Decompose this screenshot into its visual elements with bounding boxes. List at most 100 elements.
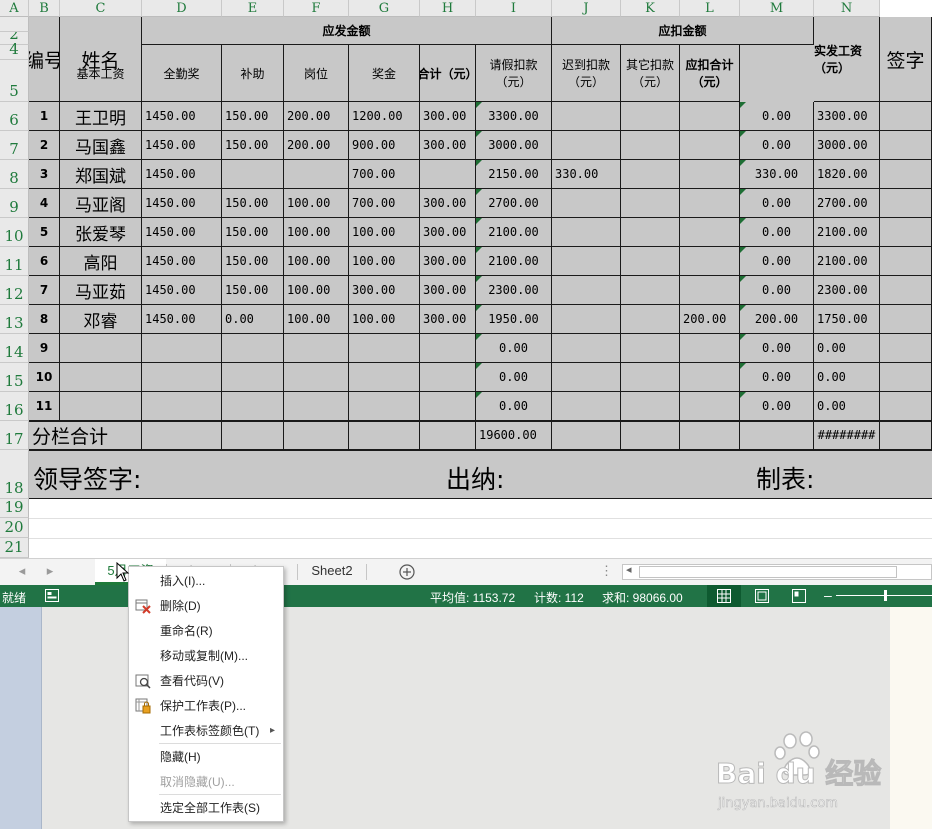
tab-split-handle[interactable]: ⋮ (600, 559, 613, 585)
table-cell-sub[interactable]: 200.00 (284, 131, 349, 160)
column-header-B[interactable]: B (29, 0, 60, 17)
table-cell-no[interactable]: 11 (29, 392, 60, 421)
table-cell-actual[interactable]: 0.00 (814, 392, 880, 421)
row-header-16[interactable]: 16 (0, 392, 29, 421)
table-cell-actual[interactable]: 2300.00 (814, 276, 880, 305)
table-cell-other[interactable] (680, 363, 740, 392)
menu-item-4[interactable]: 查看代码(V) (129, 669, 283, 693)
table-cell-bonus[interactable]: 300.00 (420, 305, 476, 334)
table-cell-sign[interactable] (880, 392, 932, 421)
table-cell-ded[interactable]: 0.00 (740, 102, 814, 131)
table-cell-sign[interactable] (880, 276, 932, 305)
table-cell-total[interactable]: 1950.00 (476, 305, 552, 334)
subtotal-cell[interactable] (621, 421, 680, 450)
table-cell-sub[interactable] (284, 334, 349, 363)
header-deduction-col[interactable]: 应扣合计（元） (680, 45, 740, 102)
table-cell-no[interactable]: 6 (29, 247, 60, 276)
table-cell-post[interactable]: 700.00 (349, 189, 420, 218)
table-cell-post[interactable]: 900.00 (349, 131, 420, 160)
table-cell-ded[interactable]: 0.00 (740, 276, 814, 305)
table-cell-bonus[interactable] (420, 363, 476, 392)
table-cell-sign[interactable] (880, 131, 932, 160)
row-header-18[interactable]: 18 (0, 450, 29, 499)
column-header-D[interactable]: D (142, 0, 222, 17)
row-header-9[interactable]: 9 (0, 189, 29, 218)
row-header-4[interactable]: 4 (0, 40, 29, 60)
column-header-F[interactable]: F (284, 0, 349, 17)
table-cell-late[interactable] (621, 247, 680, 276)
subtotal-total[interactable]: 19600.00 (476, 421, 552, 450)
table-cell-ded[interactable]: 0.00 (740, 392, 814, 421)
table-cell-sign[interactable] (880, 218, 932, 247)
table-cell-name[interactable]: 郑国斌 (60, 160, 142, 189)
table-cell-full[interactable]: 150.00 (222, 102, 284, 131)
table-cell-sub[interactable]: 100.00 (284, 189, 349, 218)
table-cell-ded[interactable]: 0.00 (740, 131, 814, 160)
table-cell-full[interactable]: 150.00 (222, 276, 284, 305)
table-cell-ded[interactable]: 330.00 (740, 160, 814, 189)
table-cell-base[interactable]: 1450.00 (142, 218, 222, 247)
table-cell-full[interactable] (222, 160, 284, 189)
row-header-5[interactable]: 5 (0, 60, 29, 102)
table-cell-full[interactable] (222, 334, 284, 363)
table-cell-name[interactable]: 王卫明 (60, 102, 142, 131)
table-cell-actual[interactable]: 0.00 (814, 363, 880, 392)
table-cell-sign[interactable] (880, 160, 932, 189)
table-cell-base[interactable]: 1450.00 (142, 189, 222, 218)
table-cell-late[interactable] (621, 102, 680, 131)
table-cell-actual[interactable]: 2700.00 (814, 189, 880, 218)
macro-record-icon[interactable] (45, 589, 59, 605)
table-cell-base[interactable]: 1450.00 (142, 102, 222, 131)
table-cell-ded[interactable]: 0.00 (740, 189, 814, 218)
table-cell-no[interactable]: 2 (29, 131, 60, 160)
table-cell-base[interactable] (142, 363, 222, 392)
subtotal-cell[interactable] (680, 421, 740, 450)
scrollbar-left-arrow[interactable]: ◂ (626, 563, 632, 576)
row-header-21[interactable]: 21 (0, 538, 29, 558)
table-cell-bonus[interactable]: 300.00 (420, 218, 476, 247)
table-cell-bonus[interactable]: 300.00 (420, 102, 476, 131)
table-cell-total[interactable]: 2100.00 (476, 247, 552, 276)
table-cell-name[interactable]: 马亚茹 (60, 276, 142, 305)
table-cell-total[interactable]: 0.00 (476, 334, 552, 363)
row-header-20[interactable]: 20 (0, 518, 29, 538)
table-cell-base[interactable]: 1450.00 (142, 160, 222, 189)
table-cell-leave[interactable] (552, 102, 621, 131)
header-signature[interactable]: 签字 (880, 17, 932, 102)
table-cell-bonus[interactable]: 300.00 (420, 276, 476, 305)
table-cell-leave[interactable] (552, 131, 621, 160)
subtotal-cell[interactable] (349, 421, 420, 450)
add-sheet-button[interactable] (396, 559, 418, 585)
table-cell-other[interactable]: 200.00 (680, 305, 740, 334)
row-header-8[interactable]: 8 (0, 160, 29, 189)
table-cell-full[interactable]: 150.00 (222, 189, 284, 218)
table-cell-sub[interactable] (284, 363, 349, 392)
table-cell-late[interactable] (621, 305, 680, 334)
row-header-6[interactable]: 6 (0, 102, 29, 131)
table-cell-base[interactable]: 1450.00 (142, 305, 222, 334)
table-cell-leave[interactable] (552, 334, 621, 363)
row-header-7[interactable]: 7 (0, 131, 29, 160)
table-cell-no[interactable]: 4 (29, 189, 60, 218)
table-cell-bonus[interactable] (420, 392, 476, 421)
header-pay-col[interactable]: 补助 (222, 45, 284, 102)
table-cell-total[interactable]: 0.00 (476, 392, 552, 421)
table-cell-late[interactable] (621, 160, 680, 189)
menu-item-2[interactable]: 重命名(R) (129, 619, 283, 643)
signature-row[interactable]: 领导签字: 出纳: 制表: (29, 450, 932, 499)
table-cell-post[interactable]: 1200.00 (349, 102, 420, 131)
table-cell-post[interactable]: 100.00 (349, 305, 420, 334)
table-cell-post[interactable] (349, 392, 420, 421)
table-cell-other[interactable] (680, 247, 740, 276)
table-cell-base[interactable]: 1450.00 (142, 247, 222, 276)
table-cell-sub[interactable]: 100.00 (284, 276, 349, 305)
table-cell-actual[interactable]: 1820.00 (814, 160, 880, 189)
page-break-view-button[interactable] (792, 589, 806, 606)
header-deduction-col[interactable]: 请假扣款（元） (476, 45, 552, 102)
table-cell-base[interactable] (142, 334, 222, 363)
table-cell-post[interactable]: 700.00 (349, 160, 420, 189)
table-cell-sign[interactable] (880, 102, 932, 131)
table-cell-no[interactable]: 1 (29, 102, 60, 131)
subtotal-cell[interactable] (880, 421, 932, 450)
column-header-I[interactable]: I (476, 0, 552, 17)
